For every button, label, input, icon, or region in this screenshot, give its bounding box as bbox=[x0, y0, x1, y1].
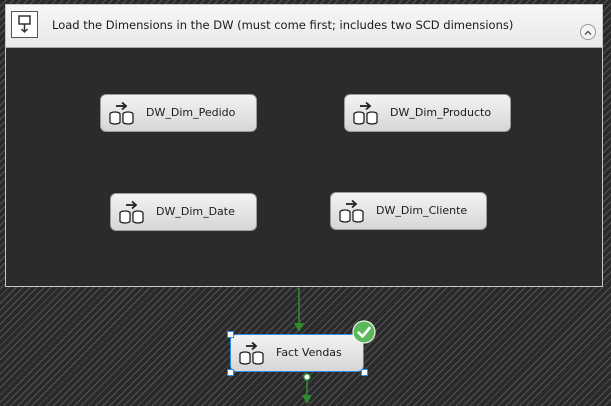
success-check-icon bbox=[352, 320, 376, 344]
data-flow-task-icon bbox=[239, 341, 264, 365]
task-label: Fact Vendas bbox=[276, 346, 342, 359]
precedence-constraint-arrow[interactable] bbox=[294, 288, 304, 332]
selection-handle[interactable] bbox=[227, 331, 234, 338]
outgoing-constraint-arrow[interactable] bbox=[302, 373, 312, 404]
selection-handle[interactable] bbox=[361, 369, 368, 376]
selection-handle[interactable] bbox=[227, 369, 234, 376]
task-fact-vendas[interactable]: Fact Vendas bbox=[230, 334, 364, 372]
